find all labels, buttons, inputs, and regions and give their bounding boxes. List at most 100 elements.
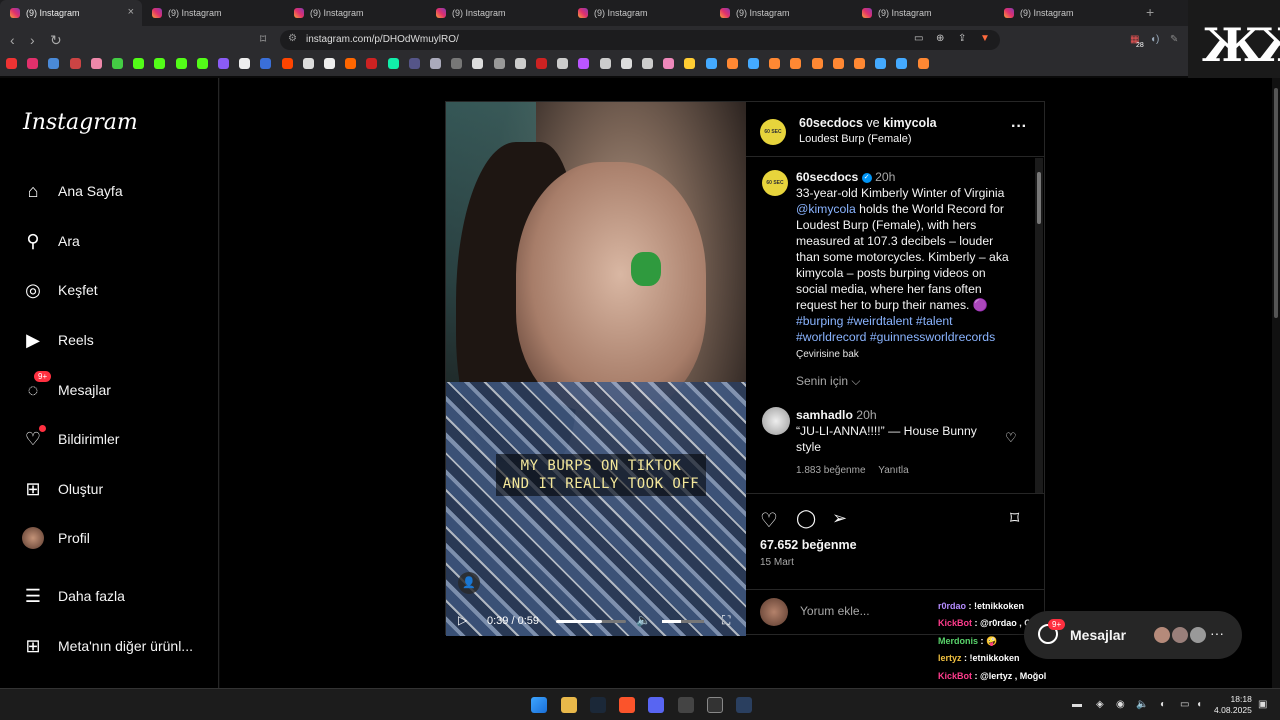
- steam-icon[interactable]: [590, 697, 606, 713]
- bookmark-favicon-icon[interactable]: [133, 58, 145, 69]
- post-authors[interactable]: 60secdocs ve kimycola: [799, 116, 937, 130]
- sidebar-item-daha-fazla[interactable]: ☰ Daha fazla: [22, 585, 125, 607]
- site-settings-icon[interactable]: ⚙: [288, 33, 297, 44]
- file-explorer-icon[interactable]: [561, 697, 577, 713]
- bookmark-favicon-icon[interactable]: [175, 58, 187, 69]
- start-icon[interactable]: [531, 697, 547, 713]
- bookmark-favicon-icon[interactable]: [705, 58, 717, 69]
- video-progress[interactable]: [556, 620, 626, 623]
- bookmark-favicon-icon[interactable]: [90, 58, 102, 69]
- tray-speaker-icon[interactable]: ◖: [1196, 699, 1202, 710]
- bookmark-favicon-icon[interactable]: [366, 58, 378, 69]
- comment-like-icon[interactable]: ♡: [1005, 430, 1017, 446]
- tray-display-icon[interactable]: ▭: [1180, 699, 1189, 710]
- obs-icon[interactable]: [707, 697, 723, 713]
- comment-input[interactable]: Yorum ekle...: [800, 604, 870, 618]
- tray-volume-icon[interactable]: 🔈: [1136, 699, 1148, 710]
- bookmark-favicon-icon[interactable]: [260, 58, 272, 69]
- instagram-logo[interactable]: Instagram: [23, 110, 138, 135]
- browser-tab[interactable]: (9) Instagram: [710, 0, 852, 26]
- bookmark-favicon-icon[interactable]: [663, 58, 675, 69]
- share-paper-plane-icon[interactable]: ➢: [832, 508, 847, 529]
- bookmark-favicon-icon[interactable]: [239, 58, 251, 69]
- browser-tab[interactable]: (9) Instagram: [142, 0, 284, 26]
- bookmark-favicon-icon[interactable]: [769, 58, 781, 69]
- bookmark-icon[interactable]: ⌑: [260, 32, 266, 46]
- browser-tab[interactable]: (9) Instagram: [568, 0, 710, 26]
- system-clock[interactable]: 18:18 4.08.2025: [1214, 694, 1252, 716]
- bookmark-favicon-icon[interactable]: [642, 58, 653, 69]
- page-scrollbar[interactable]: [1272, 78, 1280, 688]
- like-count[interactable]: 67.652 beğenme: [760, 538, 857, 552]
- bookmark-favicon-icon[interactable]: [854, 58, 865, 69]
- bookmark-favicon-icon[interactable]: [154, 58, 166, 69]
- reel-video[interactable]: MY BURPS ON TIKTOK AND IT REALLY TOOK OF…: [446, 102, 746, 636]
- like-heart-icon[interactable]: ♡: [760, 508, 778, 533]
- more-options-icon[interactable]: ···: [1011, 118, 1027, 136]
- bookmark-favicon-icon[interactable]: [48, 58, 60, 69]
- tray-steam-icon[interactable]: ◉: [1116, 699, 1125, 710]
- bookmark-favicon-icon[interactable]: [514, 58, 526, 69]
- sidebar-item-ara[interactable]: ⚲ Ara: [22, 230, 79, 252]
- bookmark-favicon-icon[interactable]: [811, 58, 823, 69]
- bookmark-favicon-icon[interactable]: [112, 58, 123, 69]
- volume-icon[interactable]: 🔈: [636, 613, 651, 627]
- share-icon[interactable]: ⇪: [958, 33, 966, 44]
- bookmark-favicon-icon[interactable]: [472, 58, 484, 69]
- bookmark-favicon-icon[interactable]: [684, 58, 696, 69]
- bookmark-favicon-icon[interactable]: [302, 58, 314, 69]
- sidebar-item-profil[interactable]: Profil: [22, 527, 90, 549]
- bookmark-favicon-icon[interactable]: [196, 58, 208, 69]
- sidebar-item-oluştur[interactable]: ⊞ Oluştur: [22, 478, 103, 500]
- browser-tab[interactable]: (9) Instagram: [426, 0, 568, 26]
- discord-icon[interactable]: [648, 697, 664, 713]
- sidebar-item-keşfet[interactable]: ◎ Keşfet: [22, 279, 98, 301]
- bookmark-favicon-icon[interactable]: [748, 58, 759, 69]
- fullscreen-icon[interactable]: ⛶: [722, 613, 730, 628]
- tray-chevron-icon[interactable]: ▬: [1072, 699, 1082, 710]
- bookmark-favicon-icon[interactable]: [387, 58, 399, 69]
- back-icon[interactable]: ‹: [10, 32, 15, 48]
- caption-username[interactable]: 60secdocs: [796, 170, 858, 184]
- comments-scrollbar[interactable]: [1035, 158, 1043, 493]
- cast-icon[interactable]: ▭: [914, 33, 923, 44]
- messages-pill[interactable]: 9+ Mesajlar ···: [1024, 611, 1242, 659]
- comment-icon[interactable]: ◯: [796, 508, 816, 529]
- sidebar-item-mesajlar[interactable]: ◌ 9+ Mesajlar: [22, 371, 111, 401]
- forward-icon[interactable]: ›: [30, 32, 35, 48]
- app-icon[interactable]: [678, 697, 694, 713]
- avatar[interactable]: [762, 407, 790, 435]
- bookmark-favicon-icon[interactable]: [6, 58, 17, 69]
- browser-tab[interactable]: (9) Instagram: [284, 0, 426, 26]
- bookmark-favicon-icon[interactable]: [27, 58, 39, 69]
- bookmark-favicon-icon[interactable]: [557, 58, 569, 69]
- sidebar-item-bildirimler[interactable]: ♡ Bildirimler: [22, 425, 119, 450]
- more-icon[interactable]: ···: [1210, 625, 1224, 641]
- bookmark-favicon-icon[interactable]: [832, 58, 844, 69]
- address-bar[interactable]: ⚙ instagram.com/p/DHOdWmuylRO/ ▭ ⊕ ⇪ ▼: [280, 30, 1000, 50]
- save-bookmark-icon[interactable]: ⌑: [1010, 508, 1019, 529]
- bookmark-favicon-icon[interactable]: [281, 58, 293, 69]
- brave-icon[interactable]: [619, 697, 635, 713]
- close-tab-icon[interactable]: ×: [128, 6, 134, 18]
- see-translation-link[interactable]: Çevirisine bak: [796, 349, 859, 360]
- bookmark-favicon-icon[interactable]: [408, 58, 420, 69]
- comment-filter[interactable]: Senin için ⌵: [796, 374, 860, 389]
- browser-tab[interactable]: (9) Instagram ×: [0, 0, 142, 26]
- comment-username[interactable]: samhadlo: [796, 408, 853, 422]
- hashtags[interactable]: #burping #weirdtalent #talent #worldreco…: [796, 314, 995, 344]
- bookmark-favicon-icon[interactable]: [493, 58, 505, 69]
- bookmark-favicon-icon[interactable]: [324, 58, 335, 69]
- volume-slider[interactable]: [662, 620, 704, 623]
- bookmark-favicon-icon[interactable]: [790, 58, 802, 69]
- url-text[interactable]: instagram.com/p/DHOdWmuylRO/: [306, 34, 459, 45]
- extension-icon[interactable]: ✎: [1170, 34, 1178, 45]
- browser-tab[interactable]: (9) Instagram: [852, 0, 994, 26]
- bookmark-favicon-icon[interactable]: [536, 58, 547, 69]
- sidebar-item-reels[interactable]: ▶ Reels: [22, 329, 94, 351]
- audio-icon[interactable]: ◖): [1150, 34, 1159, 45]
- bookmark-favicon-icon[interactable]: [345, 58, 357, 69]
- reply-button[interactable]: Yanıtla: [878, 465, 908, 476]
- bookmark-favicon-icon[interactable]: [726, 58, 738, 69]
- bookmark-favicon-icon[interactable]: [218, 58, 229, 69]
